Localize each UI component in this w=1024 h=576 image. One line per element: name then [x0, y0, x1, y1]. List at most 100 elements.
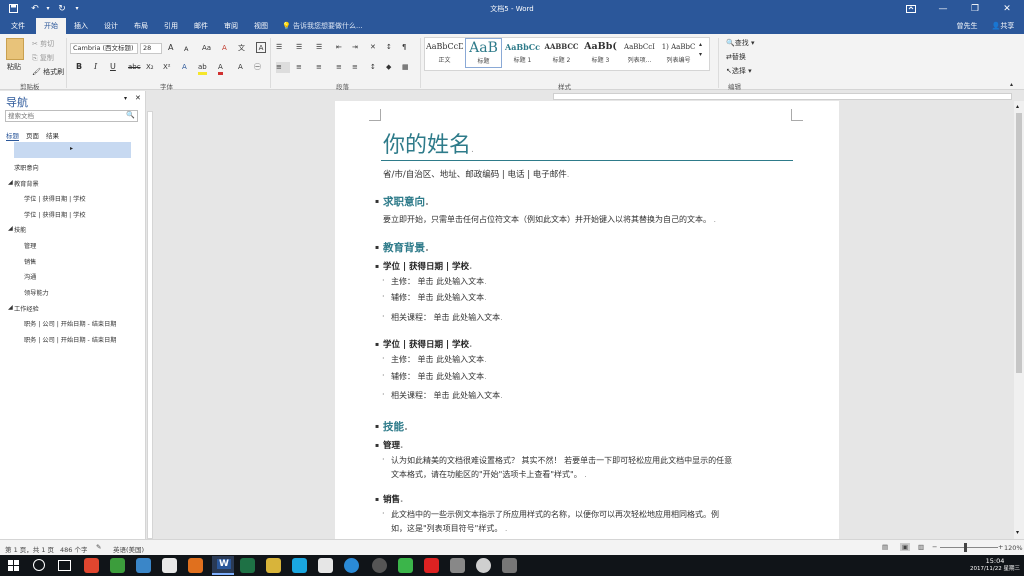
font-size-combo[interactable]: 28 — [140, 43, 162, 54]
chinese-layout-icon[interactable]: ✕ — [370, 42, 376, 52]
style-list-bullet[interactable]: AaBbCcI 列表项... — [621, 38, 658, 68]
find-button[interactable]: 🔍查找 ▾ — [726, 38, 754, 48]
bullets-icon[interactable]: ☰ — [276, 42, 282, 52]
cut-button[interactable]: ✂ 剪切 — [32, 39, 54, 49]
nav-options-icon[interactable]: ▾ — [124, 95, 127, 102]
vertical-scrollbar[interactable]: ▴ ▾ — [1014, 101, 1024, 539]
app-icon[interactable] — [136, 558, 151, 573]
phonetic-icon[interactable]: 文 — [238, 43, 245, 53]
underline-button[interactable]: U — [110, 62, 116, 72]
shrink-font-button[interactable]: A — [184, 44, 188, 54]
proofing-icon[interactable]: ✎ — [96, 543, 101, 551]
align-right-icon[interactable]: ≡ — [316, 62, 322, 72]
nav-search-input[interactable]: 搜索文档 — [5, 110, 138, 122]
app-icon[interactable] — [162, 558, 177, 573]
vertical-ruler[interactable] — [146, 101, 155, 539]
nav-item[interactable]: 教育背景 — [14, 179, 39, 188]
numbering-icon[interactable]: ☰ — [296, 42, 302, 52]
decrease-indent-icon[interactable]: ⇤ — [336, 42, 342, 52]
nav-item[interactable]: 销售 — [24, 257, 36, 266]
nav-item[interactable]: 求职意向 — [14, 163, 39, 172]
app-icon[interactable] — [372, 558, 387, 573]
nav-item[interactable]: 领导能力 — [24, 288, 49, 297]
tab-home[interactable]: 开始 — [36, 18, 66, 34]
sort-icon[interactable]: ↕ — [386, 42, 392, 52]
list-item[interactable]: 辅修： 单击 此处输入文本. — [391, 371, 487, 382]
nav-tab-pages[interactable]: 页面 — [26, 130, 39, 140]
zoom-slider[interactable] — [940, 547, 998, 548]
paste-icon[interactable] — [6, 38, 24, 60]
tab-design[interactable]: 设计 — [100, 18, 122, 34]
clock[interactable]: 15:04 2017/11/22 星期三 — [970, 557, 1020, 573]
zoom-level[interactable]: 120% — [1004, 544, 1023, 552]
horizontal-ruler[interactable] — [148, 92, 1024, 101]
align-left-icon[interactable]: ≡ — [276, 62, 290, 73]
nav-item[interactable]: 工作经验 — [14, 304, 39, 313]
doc-title[interactable]: 你的姓名. — [383, 127, 474, 159]
scroll-up-icon[interactable]: ▴ — [1016, 103, 1019, 110]
nav-close-icon[interactable]: ✕ — [135, 94, 141, 102]
superscript-button[interactable]: X² — [163, 62, 171, 72]
tab-insert[interactable]: 插入 — [70, 18, 92, 34]
list-item[interactable]: 主修： 单击 此处输入文本. — [391, 354, 487, 365]
word-count[interactable]: 486 个字 — [60, 544, 87, 554]
nav-item[interactable]: 管理 — [24, 241, 36, 250]
nav-selected-heading[interactable]: ▸ — [14, 142, 131, 158]
app-icon[interactable] — [318, 558, 333, 573]
page-count[interactable]: 第 1 页，共 1 页 — [5, 544, 54, 554]
scroll-thumb[interactable] — [1016, 113, 1022, 373]
language-status[interactable]: 英语(美国) — [113, 544, 144, 554]
app-icon[interactable] — [424, 558, 439, 573]
nav-collapse-icon[interactable]: ◢ — [8, 179, 13, 186]
nav-item[interactable]: 学位 | 获得日期 | 学校 — [24, 210, 86, 219]
app-icon[interactable] — [292, 558, 307, 573]
multilevel-list-icon[interactable]: ☰ — [316, 42, 322, 52]
list-item[interactable]: 相关课程： 单击 此处输入文本. — [391, 390, 503, 401]
objective-body[interactable]: 要立即开始，只需单击任何占位符文本（例如此文本）并开始键入以将其替换为自己的文本… — [383, 214, 716, 225]
list-item[interactable]: 相关课程： 单击 此处输入文本. — [391, 312, 503, 323]
text-effects-button[interactable]: A — [182, 62, 187, 72]
list-item[interactable]: 此文档中的一些示例文本指示了所应用样式的名称，以便你可以再次轻松地应用相同格式。… — [391, 509, 719, 520]
degree-heading[interactable]: 学位 | 获得日期 | 学校. — [383, 338, 472, 350]
tab-mailings[interactable]: 邮件 — [190, 18, 212, 34]
cortana-icon[interactable] — [33, 559, 45, 571]
wechat-icon[interactable] — [398, 558, 413, 573]
tab-references[interactable]: 引用 — [160, 18, 182, 34]
font-color-button[interactable]: A — [218, 62, 223, 75]
zoom-slider-thumb[interactable] — [964, 543, 967, 552]
format-painter-button[interactable]: 🖌 格式刷 — [32, 67, 64, 77]
ribbon-display-options-icon[interactable] — [900, 0, 922, 18]
zoom-out-icon[interactable]: − — [932, 543, 937, 551]
app-icon[interactable] — [502, 558, 517, 573]
nav-tab-headings[interactable]: 标题 — [6, 130, 19, 141]
scroll-down-icon[interactable]: ▾ — [1016, 529, 1019, 536]
nav-item[interactable]: 学位 | 获得日期 | 学校 — [24, 194, 86, 203]
font-name-combo[interactable]: Cambria (西文标题) — [70, 43, 138, 54]
windows-start-icon[interactable] — [8, 560, 19, 571]
close-icon[interactable]: ✕ — [992, 0, 1022, 18]
zoom-in-icon[interactable]: + — [998, 543, 1003, 551]
task-view-icon[interactable] — [58, 560, 71, 571]
app-icon[interactable] — [266, 558, 281, 573]
shading-icon[interactable]: ◆ — [386, 62, 391, 72]
nav-item[interactable]: 沟通 — [24, 272, 36, 281]
nav-search-icon[interactable]: 🔍 — [126, 111, 135, 119]
app-icon[interactable] — [450, 558, 465, 573]
style-heading2[interactable]: AABBCC 标题 2 — [543, 38, 580, 68]
style-heading1[interactable]: AaBbCc 标题 1 — [504, 38, 541, 68]
nav-item[interactable]: 职务 | 公司 | 开始日期 - 结束日期 — [24, 335, 116, 344]
style-heading3[interactable]: AaBb(标题 3 — [582, 38, 619, 68]
read-mode-icon[interactable]: ▤ — [882, 543, 888, 551]
line-spacing-icon[interactable]: ↕ — [370, 62, 376, 72]
user-name[interactable]: 曾先生 — [950, 18, 984, 34]
styles-scroll-up-icon[interactable]: ▴ — [699, 40, 702, 50]
print-layout-icon[interactable]: ▣ — [900, 543, 911, 551]
tab-layout[interactable]: 布局 — [130, 18, 152, 34]
align-center-icon[interactable]: ≡ — [296, 62, 302, 72]
heading-skills[interactable]: 技能. — [383, 419, 408, 434]
collapse-ribbon-icon[interactable]: ▴ — [1010, 80, 1013, 90]
share-button[interactable]: 👤共享 — [986, 18, 1020, 34]
nav-collapse-icon[interactable]: ◢ — [8, 304, 13, 311]
doc-contact[interactable]: 省/市/自治区、地址、邮政编码 | 电话 | 电子邮件. — [383, 168, 569, 180]
excel-icon[interactable] — [240, 558, 255, 573]
